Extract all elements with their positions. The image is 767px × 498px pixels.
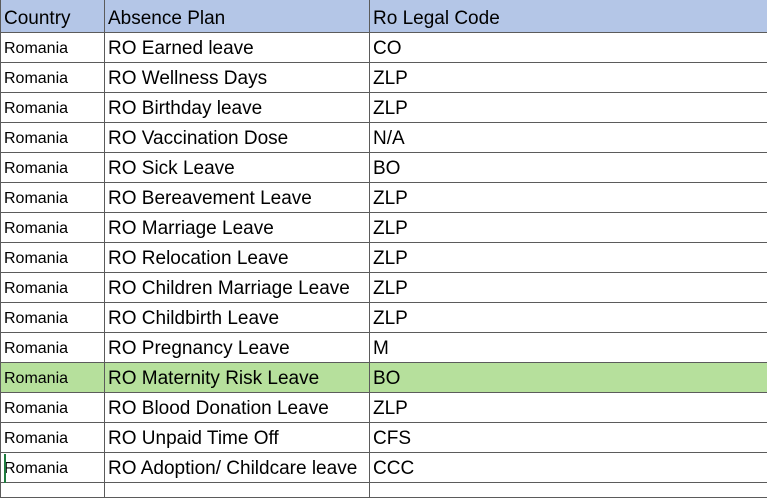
cell-absence-plan[interactable]: RO Pregnancy Leave <box>105 333 370 363</box>
cell-legal-code[interactable]: ZLP <box>370 243 767 273</box>
cell-legal-code[interactable]: CFS <box>370 423 767 453</box>
cell-absence-plan[interactable]: RO Wellness Days <box>105 63 370 93</box>
table-row: Romania RO Sick Leave BO <box>1 153 767 183</box>
table-row-highlighted: Romania RO Maternity Risk Leave BO <box>1 363 767 393</box>
cell-legal-code[interactable]: ZLP <box>370 93 767 123</box>
header-cell-country[interactable]: Country <box>1 0 105 33</box>
cell-absence-plan[interactable]: RO Birthday leave <box>105 93 370 123</box>
cell-absence-plan[interactable]: RO Marriage Leave <box>105 213 370 243</box>
cell-legal-code[interactable]: N/A <box>370 123 767 153</box>
cell-absence-plan[interactable]: RO Earned leave <box>105 33 370 63</box>
empty-row <box>1 483 767 498</box>
cell-legal-code[interactable]: CCC <box>370 453 767 483</box>
cell-absence-plan[interactable]: RO Children Marriage Leave <box>105 273 370 303</box>
cell-country[interactable]: Romania <box>1 333 105 363</box>
spreadsheet-table: Country Absence Plan Ro Legal Code Roman… <box>0 0 767 498</box>
table-row: Romania RO Pregnancy Leave M <box>1 333 767 363</box>
cell-absence-plan[interactable]: RO Childbirth Leave <box>105 303 370 333</box>
table-row: Romania RO Unpaid Time Off CFS <box>1 423 767 453</box>
cell-country[interactable]: Romania <box>1 33 105 63</box>
cell-absence-plan[interactable]: RO Relocation Leave <box>105 243 370 273</box>
empty-cell[interactable] <box>1 483 105 498</box>
cell-legal-code[interactable]: ZLP <box>370 63 767 93</box>
empty-cell[interactable] <box>105 483 370 498</box>
cell-absence-plan[interactable]: RO Maternity Risk Leave <box>105 363 370 393</box>
cell-country[interactable]: Romania <box>1 153 105 183</box>
table-row: Romania RO Earned leave CO <box>1 33 767 63</box>
header-cell-legal-code[interactable]: Ro Legal Code <box>370 0 767 33</box>
cell-country[interactable]: Romania <box>1 273 105 303</box>
cell-legal-code[interactable]: BO <box>370 153 767 183</box>
cell-absence-plan[interactable]: RO Unpaid Time Off <box>105 423 370 453</box>
cell-legal-code[interactable]: ZLP <box>370 273 767 303</box>
cell-country[interactable]: Romania <box>1 243 105 273</box>
cell-absence-plan[interactable]: RO Bereavement Leave <box>105 183 370 213</box>
cell-country[interactable]: Romania <box>1 363 105 393</box>
table-row: Romania RO Birthday leave ZLP <box>1 93 767 123</box>
table-row: Romania RO Wellness Days ZLP <box>1 63 767 93</box>
cell-legal-code[interactable]: M <box>370 333 767 363</box>
cell-country[interactable]: Romania <box>1 63 105 93</box>
cell-country[interactable]: Romania <box>1 213 105 243</box>
header-row: Country Absence Plan Ro Legal Code <box>1 0 767 33</box>
table-row: Romania RO Marriage Leave ZLP <box>1 213 767 243</box>
empty-cell[interactable] <box>370 483 767 498</box>
cell-legal-code[interactable]: ZLP <box>370 213 767 243</box>
cell-legal-code[interactable]: ZLP <box>370 393 767 423</box>
table-row: Romania RO Adoption/ Childcare leave CCC <box>1 453 767 483</box>
cell-legal-code[interactable]: CO <box>370 33 767 63</box>
cell-legal-code[interactable]: ZLP <box>370 183 767 213</box>
cell-country[interactable]: Romania <box>1 303 105 333</box>
cell-absence-plan[interactable]: RO Blood Donation Leave <box>105 393 370 423</box>
cell-country[interactable]: Romania <box>1 183 105 213</box>
cell-country[interactable]: Romania <box>1 423 105 453</box>
table-row: Romania RO Vaccination Dose N/A <box>1 123 767 153</box>
cell-country[interactable]: Romania <box>1 453 105 483</box>
cell-country[interactable]: Romania <box>1 393 105 423</box>
cell-legal-code[interactable]: BO <box>370 363 767 393</box>
cell-legal-code[interactable]: ZLP <box>370 303 767 333</box>
cell-country[interactable]: Romania <box>1 93 105 123</box>
table-row: Romania RO Children Marriage Leave ZLP <box>1 273 767 303</box>
table-row: Romania RO Blood Donation Leave ZLP <box>1 393 767 423</box>
row-selection-marker <box>4 454 6 483</box>
table-row: Romania RO Relocation Leave ZLP <box>1 243 767 273</box>
cell-absence-plan[interactable]: RO Adoption/ Childcare leave <box>105 453 370 483</box>
table-row: Romania RO Bereavement Leave ZLP <box>1 183 767 213</box>
cell-absence-plan[interactable]: RO Vaccination Dose <box>105 123 370 153</box>
header-cell-absence-plan[interactable]: Absence Plan <box>105 0 370 33</box>
table-row: Romania RO Childbirth Leave ZLP <box>1 303 767 333</box>
cell-country[interactable]: Romania <box>1 123 105 153</box>
cell-absence-plan[interactable]: RO Sick Leave <box>105 153 370 183</box>
